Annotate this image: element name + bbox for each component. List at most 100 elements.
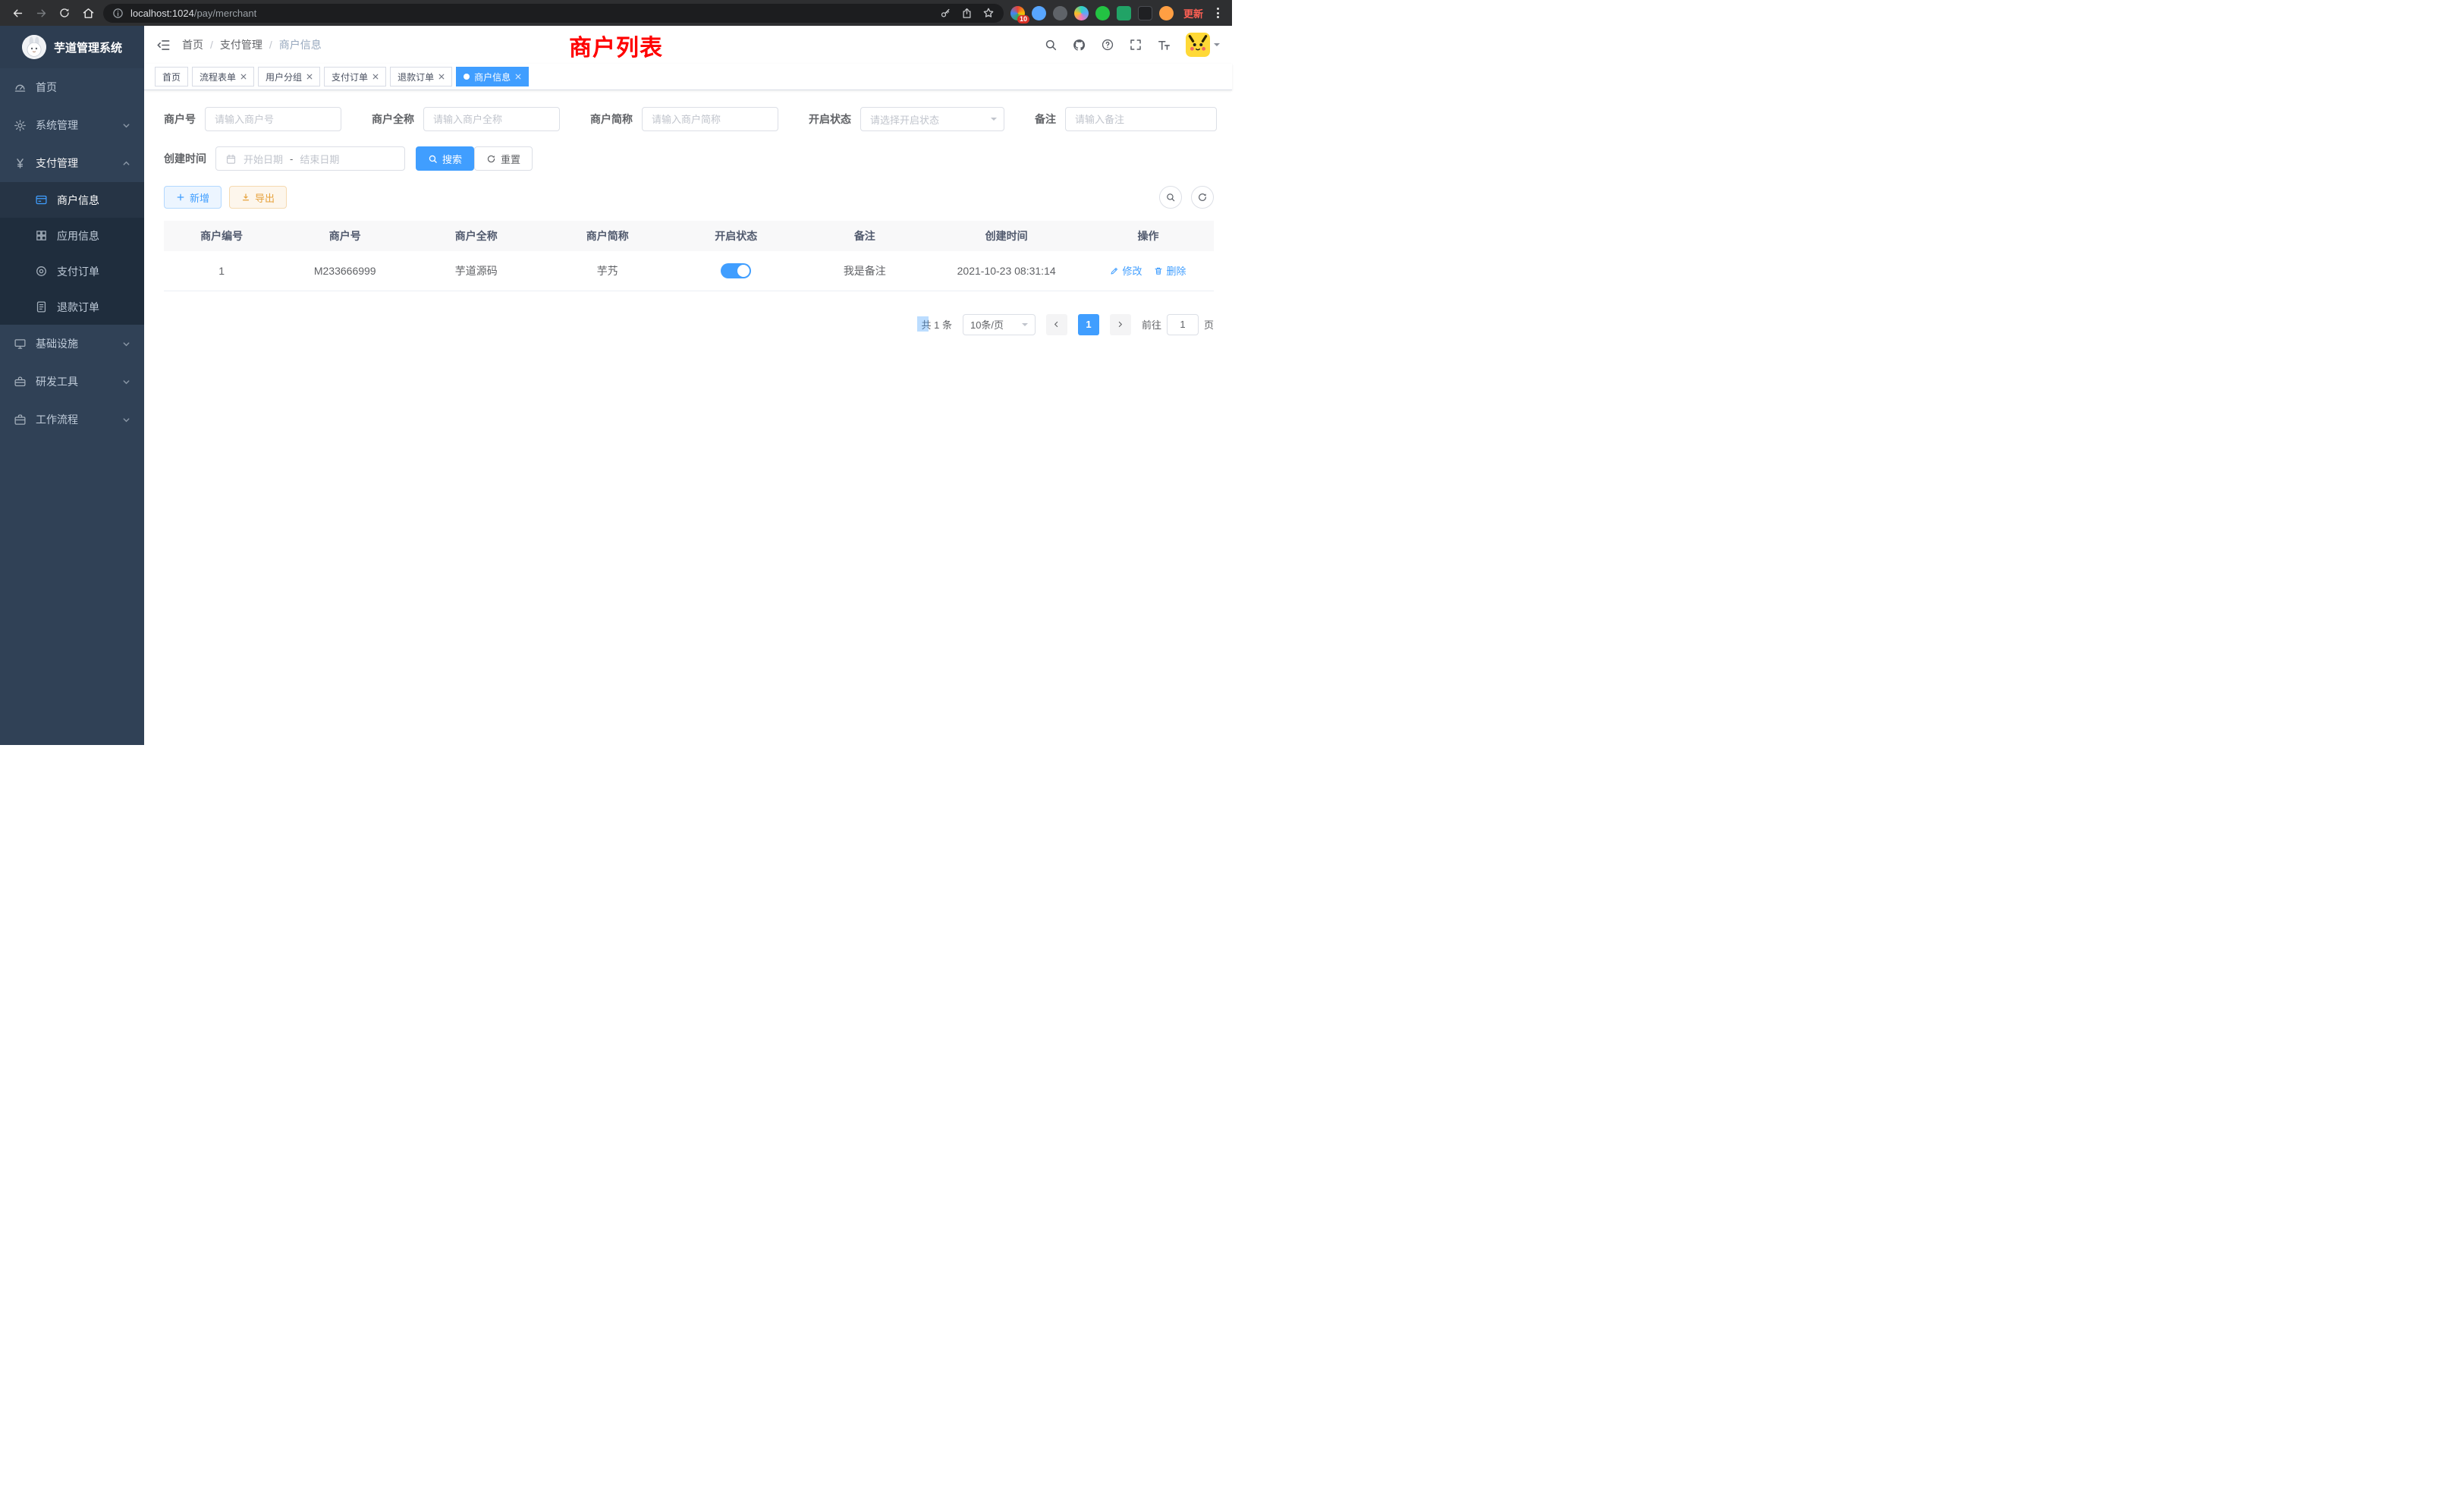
edit-link[interactable]: 修改 — [1110, 263, 1142, 278]
home-icon — [82, 7, 95, 20]
col-header-status: 开启状态 — [673, 221, 799, 251]
sidebar-fold-icon[interactable] — [156, 38, 171, 52]
sidebar-item-system[interactable]: 系统管理 — [0, 106, 144, 144]
chevron-left-icon — [1052, 320, 1061, 328]
browser-update-button[interactable]: 更新 — [1180, 6, 1206, 20]
close-icon[interactable] — [240, 74, 247, 80]
extension-icon-7[interactable] — [1138, 6, 1152, 20]
search-button[interactable]: 搜索 — [416, 146, 474, 171]
chevron-down-icon — [122, 121, 130, 130]
extension-icon-5[interactable] — [1095, 6, 1110, 20]
sidebar-item-label: 支付管理 — [36, 156, 78, 171]
search-icon — [428, 154, 438, 164]
date-start-placeholder: 开始日期 — [244, 152, 283, 166]
page-content: 商户号 商户全称 商户简称 开启状态 请选择开启状态 — [144, 90, 1232, 745]
browser-back-button[interactable] — [9, 5, 26, 21]
browser-reload-button[interactable] — [56, 5, 73, 21]
show-search-toggle-icon[interactable] — [1159, 186, 1182, 209]
sidebar-item-app-info[interactable]: 应用信息 — [0, 218, 144, 253]
sidebar-item-refund-order[interactable]: 退款订单 — [0, 289, 144, 325]
tab-label: 支付订单 — [332, 71, 368, 83]
create-time-range-picker[interactable]: 开始日期 - 结束日期 — [215, 146, 405, 171]
tab-process-form[interactable]: 流程表单 — [192, 67, 254, 86]
close-icon[interactable] — [438, 74, 445, 80]
site-info-icon[interactable] — [112, 8, 124, 19]
header-search-icon[interactable] — [1044, 38, 1058, 52]
prev-page-button[interactable] — [1046, 314, 1067, 335]
sidebar-item-home[interactable]: 首页 — [0, 68, 144, 106]
extension-icon-8[interactable] — [1159, 6, 1174, 20]
sidebar-item-pay[interactable]: 支付管理 — [0, 144, 144, 182]
extension-icon-6[interactable] — [1117, 6, 1131, 20]
breadcrumb-pay[interactable]: 支付管理 — [220, 37, 262, 52]
breadcrumb-home[interactable]: 首页 — [182, 37, 203, 52]
tab-refund-order[interactable]: 退款订单 — [390, 67, 452, 86]
trash-icon — [1154, 266, 1163, 275]
status-toggle[interactable] — [721, 263, 751, 278]
user-avatar[interactable] — [1186, 33, 1220, 57]
calendar-icon — [225, 153, 237, 165]
download-icon — [241, 193, 250, 202]
browser-forward-button[interactable] — [33, 5, 49, 21]
chevron-down-icon — [122, 416, 130, 424]
extension-icon-2[interactable] — [1032, 6, 1046, 20]
close-icon[interactable] — [372, 74, 379, 80]
sidebar-item-devtools[interactable]: 研发工具 — [0, 363, 144, 401]
col-header-full-name: 商户全称 — [410, 221, 542, 251]
password-key-icon[interactable] — [940, 8, 951, 19]
tab-label: 退款订单 — [398, 71, 434, 83]
status-label: 开启状态 — [809, 112, 851, 127]
tab-label: 流程表单 — [200, 71, 236, 83]
tab-user-group[interactable]: 用户分组 — [258, 67, 320, 86]
delete-link[interactable]: 删除 — [1154, 263, 1186, 278]
merchant-no-input[interactable] — [205, 107, 341, 131]
close-icon[interactable] — [515, 74, 521, 80]
share-icon[interactable] — [961, 8, 973, 19]
breadcrumb-current: 商户信息 — [279, 37, 322, 52]
remark-input[interactable] — [1065, 107, 1217, 131]
table-toolbar: 新增 导出 — [164, 186, 1214, 209]
full-name-label: 商户全称 — [372, 112, 414, 127]
next-page-button[interactable] — [1110, 314, 1131, 335]
add-button[interactable]: 新增 — [164, 186, 222, 209]
page-size-select[interactable]: 10条/页 — [963, 314, 1036, 335]
card-icon — [35, 193, 48, 206]
cell-full-name: 芋道源码 — [410, 251, 542, 291]
reset-button[interactable]: 重置 — [474, 146, 533, 171]
sidebar-menu: 首页 系统管理 支付管理 商户信息 — [0, 68, 144, 439]
tab-merchant-info[interactable]: 商户信息 — [456, 67, 529, 86]
export-button[interactable]: 导出 — [229, 186, 287, 209]
extension-icon-4[interactable] — [1074, 6, 1089, 20]
sidebar-item-merchant-info[interactable]: 商户信息 — [0, 182, 144, 218]
short-name-input[interactable] — [642, 107, 778, 131]
sidebar-item-label: 商户信息 — [57, 193, 99, 208]
tabs-bar: 首页 流程表单 用户分组 支付订单 退款订单 商户信息 — [144, 64, 1232, 90]
refresh-table-icon[interactable] — [1191, 186, 1214, 209]
sidebar-item-pay-order[interactable]: 支付订单 — [0, 253, 144, 289]
full-name-input[interactable] — [423, 107, 560, 131]
sidebar-item-workflow[interactable]: 工作流程 — [0, 401, 144, 439]
browser-menu-icon[interactable] — [1213, 8, 1223, 18]
goto-page-input[interactable] — [1167, 314, 1199, 335]
sidebar-item-infra[interactable]: 基础设施 — [0, 325, 144, 363]
font-size-icon[interactable] — [1157, 38, 1171, 52]
status-select[interactable]: 请选择开启状态 — [860, 107, 1004, 131]
app-logo[interactable]: 芋道管理系统 — [0, 26, 144, 68]
fullscreen-icon[interactable] — [1129, 38, 1142, 52]
github-icon[interactable] — [1072, 38, 1086, 52]
page-number-button[interactable]: 1 — [1078, 314, 1099, 335]
back-arrow-icon — [11, 7, 24, 20]
close-icon[interactable] — [306, 74, 313, 80]
col-header-remark: 备注 — [799, 221, 930, 251]
col-header-actions: 操作 — [1083, 221, 1214, 251]
address-bar[interactable]: localhost:1024/pay/merchant — [103, 4, 1004, 23]
help-icon[interactable] — [1101, 38, 1114, 52]
browser-home-button[interactable] — [80, 5, 96, 21]
bookmark-star-icon[interactable] — [982, 7, 995, 19]
extension-icon-1[interactable]: 10 — [1010, 6, 1025, 20]
extension-icon-3[interactable] — [1053, 6, 1067, 20]
date-separator: - — [290, 153, 293, 165]
tab-home[interactable]: 首页 — [155, 67, 188, 86]
tab-pay-order[interactable]: 支付订单 — [324, 67, 386, 86]
delete-link-label: 删除 — [1166, 263, 1186, 278]
